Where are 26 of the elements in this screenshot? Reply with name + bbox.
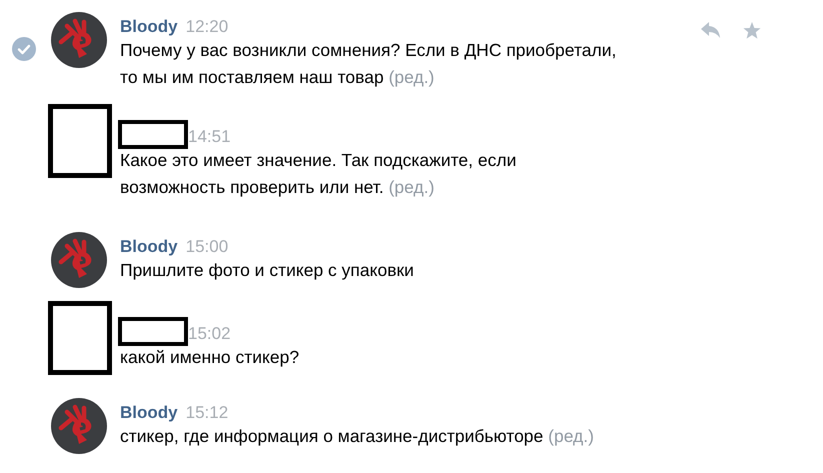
message-text: Какое это имеет значение. Так подскажите, если (120, 150, 516, 170)
edited-label: (ред.) (548, 426, 594, 446)
message-time: 12:20 (186, 17, 228, 37)
edited-label: (ред.) (388, 177, 434, 197)
hand-avatar-icon (51, 12, 107, 68)
hand-avatar-icon (51, 232, 107, 288)
message-text: возможность проверить или нет. (120, 177, 384, 197)
message-time: 14:51 (188, 127, 231, 147)
redaction-box (118, 120, 188, 149)
redaction-box (118, 317, 188, 346)
message-text: Пришлите фото и стикер с упаковки (120, 260, 414, 280)
author-name[interactable]: Bloody (120, 403, 178, 423)
reply-icon[interactable] (701, 22, 721, 38)
message-text: стикер, где информация о магазине-дистрибьюторе (120, 426, 544, 446)
message-time: 15:12 (186, 403, 228, 423)
message-time: 15:02 (188, 324, 231, 344)
author-name[interactable]: Bloody (120, 17, 178, 37)
message-time: 15:00 (186, 237, 228, 257)
hand-avatar-icon (51, 398, 107, 454)
message-text: какой именно стикер? (120, 347, 300, 367)
edited-label: (ред.) (388, 67, 434, 87)
message-text: то мы им поставляем наш товар (120, 67, 384, 87)
author-name[interactable]: Bloody (120, 237, 178, 257)
checkmark-icon[interactable] (12, 37, 36, 61)
star-icon[interactable] (743, 22, 761, 40)
message-text: Почему у вас возникли сомнения? Если в ДНС приобретали, (120, 40, 616, 60)
